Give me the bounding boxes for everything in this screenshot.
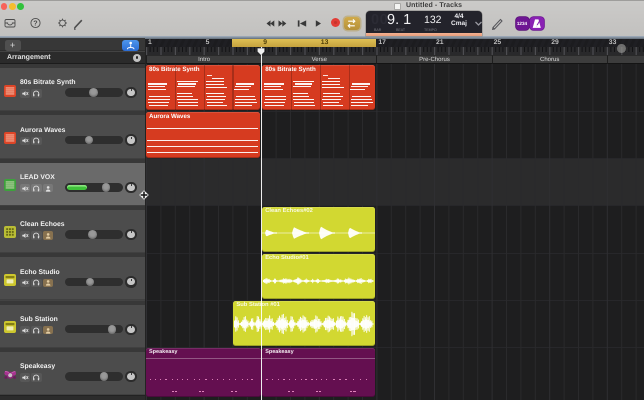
svg-text:?: ? — [33, 19, 37, 28]
